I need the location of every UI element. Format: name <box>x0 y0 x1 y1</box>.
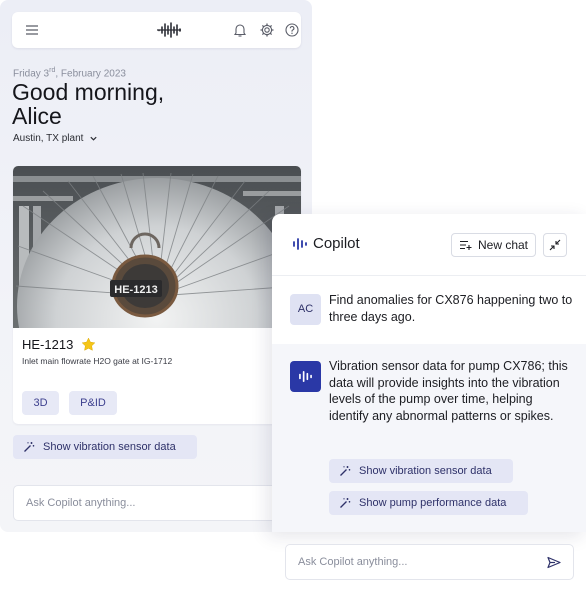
help-icon[interactable] <box>284 22 300 38</box>
asset-plate-label: HE-1213 <box>114 284 157 296</box>
show-vibration-button[interactable]: Show vibration sensor data <box>13 435 197 459</box>
user-message-text: Find anomalies for CX876 happening two t… <box>329 293 573 324</box>
app-panel: Friday 3rd, February 2023 Good morning, … <box>0 0 312 532</box>
new-chat-label: New chat <box>477 238 529 252</box>
location-label: Austin, TX plant <box>13 133 84 144</box>
top-bar <box>12 12 301 48</box>
brand-logo-icon[interactable] <box>156 22 182 38</box>
asset-card[interactable]: HE-1213 HE-1213 Inlet main flowrate H2O … <box>13 166 301 424</box>
copilot-panel: Copilot New chat AC Find anomalies for C… <box>272 214 586 532</box>
asset-photo: HE-1213 <box>13 166 301 328</box>
star-icon[interactable] <box>81 337 96 352</box>
location-selector[interactable]: Austin, TX plant <box>13 133 98 144</box>
magic-wand-icon <box>340 466 351 476</box>
copilot-logo-icon <box>293 238 307 250</box>
user-message: AC Find anomalies for CX876 happening tw… <box>272 277 586 343</box>
action-label: Show vibration sensor data <box>359 465 492 477</box>
magic-wand-icon <box>340 498 351 508</box>
asset-title: HE-1213 <box>22 337 96 352</box>
copilot-input-placeholder: Ask Copilot anything... <box>298 556 408 568</box>
copilot-logo-icon <box>299 371 312 382</box>
magic-wand-icon <box>24 442 35 452</box>
bot-message: Vibration sensor data for pump CX786; th… <box>272 344 586 532</box>
copilot-header: Copilot New chat <box>272 214 586 276</box>
new-chat-button[interactable]: New chat <box>451 233 536 257</box>
copilot-title: Copilot <box>313 235 360 252</box>
date-label: Friday 3rd, February 2023 <box>13 67 126 80</box>
collapse-icon <box>549 239 561 251</box>
menu-icon[interactable] <box>24 22 40 38</box>
bot-avatar <box>290 361 321 392</box>
collapse-button[interactable] <box>543 233 567 257</box>
greeting: Good morning, Alice <box>12 79 165 129</box>
gear-icon[interactable] <box>259 22 275 38</box>
new-chat-icon <box>459 240 472 250</box>
avatar: AC <box>290 294 321 325</box>
chip-3d[interactable]: 3D <box>22 391 59 415</box>
send-icon[interactable] <box>547 556 561 569</box>
chip-pid[interactable]: P&ID <box>69 391 117 415</box>
bot-message-text: Vibration sensor data for pump CX786; th… <box>329 359 568 423</box>
left-ask-input[interactable]: Ask Copilot anything... <box>13 485 301 521</box>
show-pump-performance-button[interactable]: Show pump performance data <box>329 491 528 515</box>
show-vibration-sensor-button[interactable]: Show vibration sensor data <box>329 459 513 483</box>
copilot-ask-input[interactable]: Ask Copilot anything... <box>285 544 574 580</box>
chevron-down-icon <box>90 136 98 141</box>
action-label: Show pump performance data <box>359 497 507 509</box>
bell-icon[interactable] <box>232 22 248 38</box>
asset-description: Inlet main flowrate H2O gate at IG-1712 <box>22 356 173 366</box>
show-vibration-label: Show vibration sensor data <box>43 441 176 453</box>
